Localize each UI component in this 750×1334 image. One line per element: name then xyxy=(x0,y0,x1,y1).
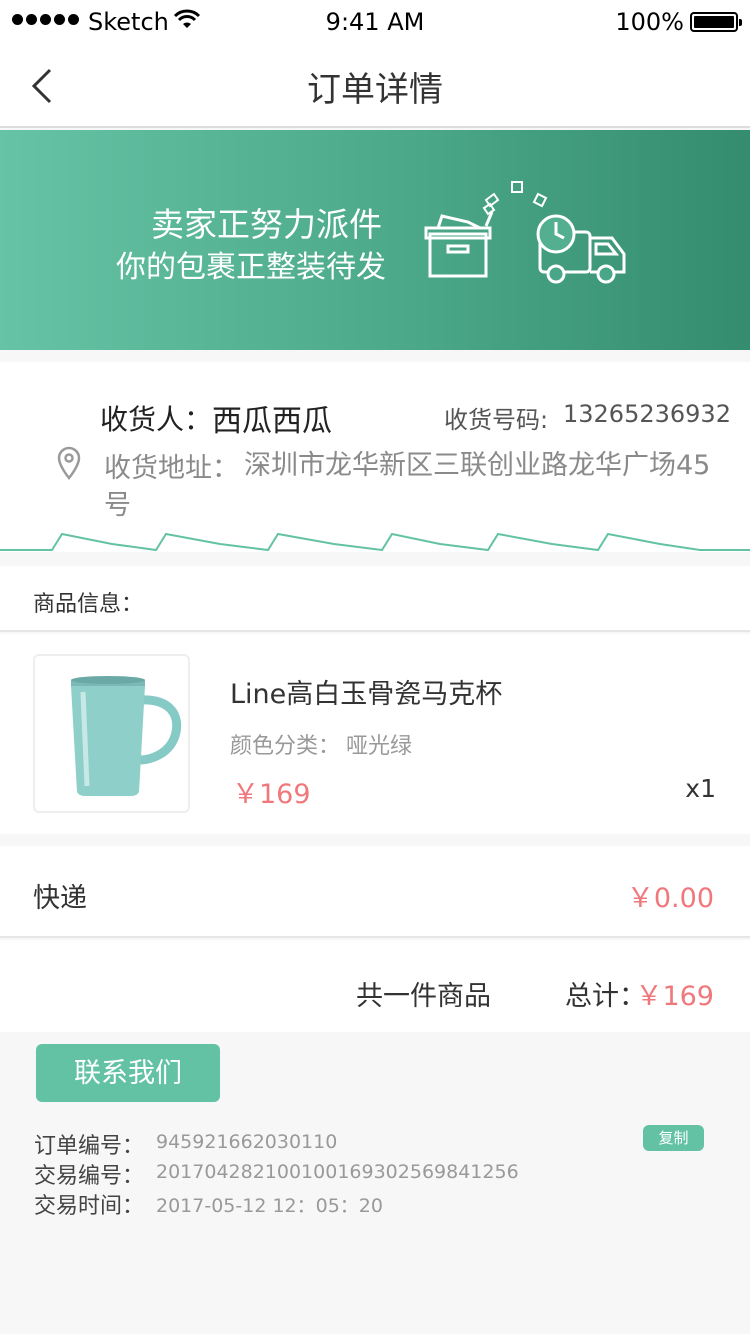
receiver-phone: 13265236932 xyxy=(563,400,731,428)
receiver-name-label: 收货人： xyxy=(100,403,213,436)
item-count: 共一件商品 xyxy=(356,981,491,1012)
address-text: 深圳市龙华新区三联创业路龙华广场45号 xyxy=(104,450,711,521)
banner-title: 卖家正努力派件 xyxy=(151,205,382,244)
spec-label: 颜色分类： xyxy=(230,734,341,759)
battery-icon xyxy=(690,12,742,32)
product-image xyxy=(33,654,190,813)
receiver-name: 西瓜西瓜 xyxy=(212,404,332,439)
location-pin-icon xyxy=(57,446,81,480)
product-price: ￥169 xyxy=(232,779,311,810)
mug-icon xyxy=(71,676,182,796)
shipping-price: ￥0.00 xyxy=(626,883,714,914)
truck-icon xyxy=(536,214,626,284)
goods-item[interactable]: Line高白玉骨瓷马克杯 颜色分类： 哑光绿 ￥169 x1 xyxy=(0,634,750,834)
trade-number: 201704282100100169302569841256 xyxy=(156,1161,519,1183)
order-number-label: 订单编号： xyxy=(34,1134,145,1159)
product-name: Line高白玉骨瓷马克杯 xyxy=(230,679,503,710)
order-number: 945921662030110 xyxy=(156,1131,338,1153)
product-quantity: x1 xyxy=(685,774,716,803)
contact-us-button[interactable]: 联系我们 xyxy=(36,1044,220,1102)
page-title: 订单详情 xyxy=(307,70,443,110)
envelope-border xyxy=(0,532,750,552)
spec-value: 哑光绿 xyxy=(346,734,413,759)
total-label: 总计： xyxy=(565,981,646,1012)
banner-subtitle: 你的包裹正整装待发 xyxy=(116,250,386,285)
shipping-row: 快递 ￥0.00 xyxy=(0,846,750,938)
trade-number-label: 交易编号： xyxy=(34,1164,145,1189)
goods-section-title: 商品信息： xyxy=(33,592,144,617)
shipping-label: 快递 xyxy=(33,883,87,914)
nav-bar: 订单详情 xyxy=(0,42,750,128)
receiver-card: 收货人： 西瓜西瓜 收货号码: 13265236932 收货地址： 深圳市龙华新… xyxy=(0,362,750,552)
battery-percent: 100% xyxy=(615,8,684,36)
goods-section-header: 商品信息： xyxy=(0,566,750,632)
receiver-phone-label: 收货号码: xyxy=(444,406,549,434)
total-price: ￥169 xyxy=(635,981,714,1012)
trade-time-label: 交易时间： xyxy=(34,1194,145,1219)
trade-time: 2017-05-12 12：05：20 xyxy=(156,1195,383,1217)
status-bar: Sketch 9:41 AM 100% xyxy=(0,0,750,42)
copy-button[interactable]: 复制 xyxy=(643,1125,704,1151)
total-row: 共一件商品 总计： ￥169 xyxy=(0,940,750,1032)
status-banner: 卖家正努力派件 你的包裹正整装待发 xyxy=(0,130,750,350)
